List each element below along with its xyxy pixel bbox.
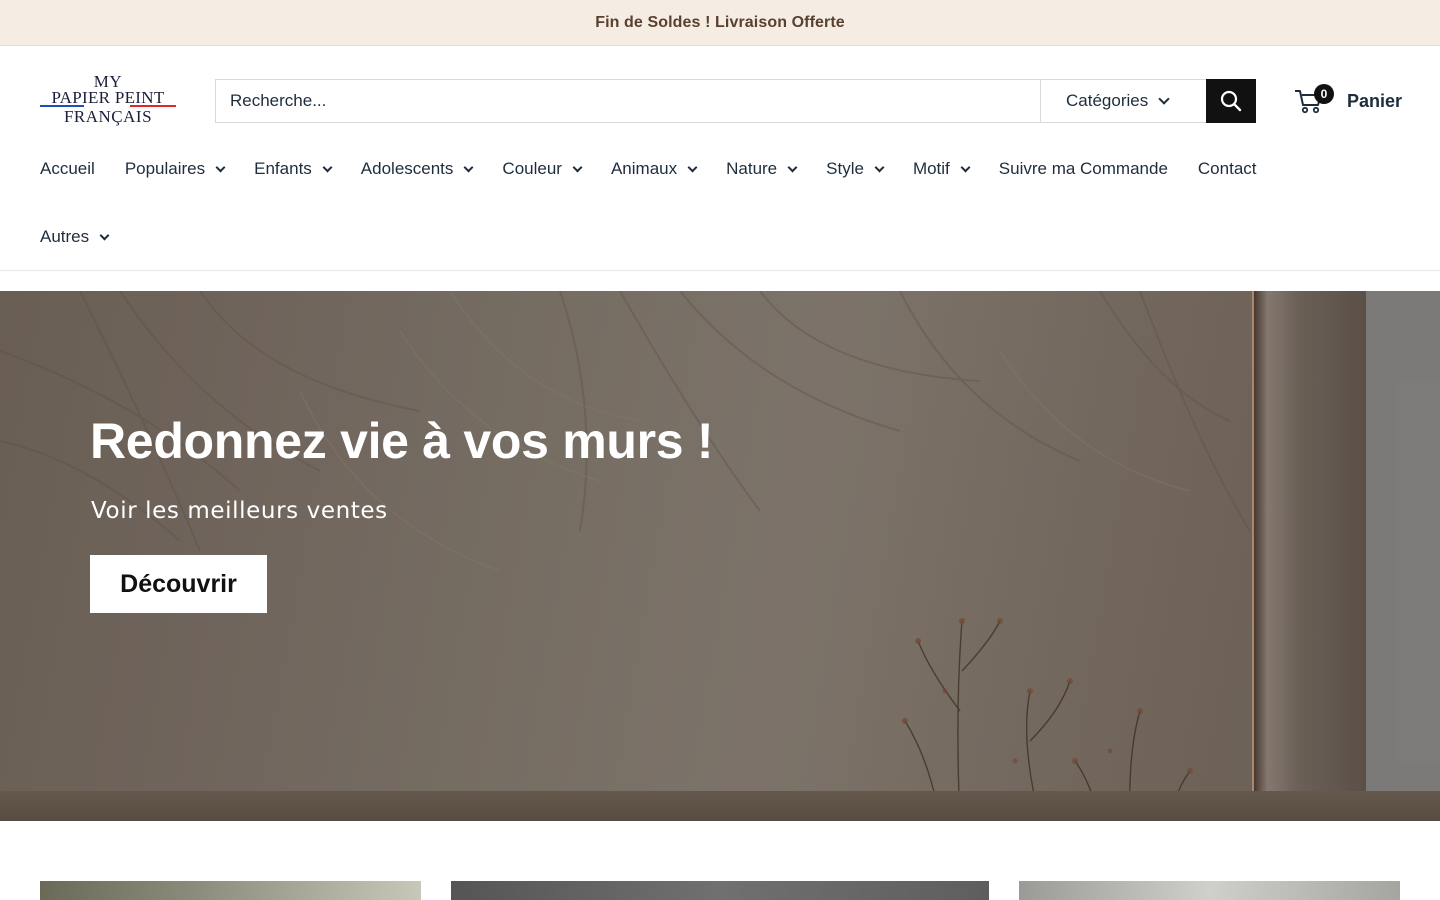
chevron-down-icon [874,162,885,172]
chevron-down-icon [322,162,333,172]
announcement-text: Fin de Soldes ! Livraison Offerte [595,13,845,31]
nav-item-label: Motif [912,159,950,178]
collection-tile-3[interactable] [1019,881,1400,900]
search-icon [1220,90,1242,112]
nav-row-2: Autres [40,220,1400,254]
chevron-down-icon [99,230,110,240]
nav-item-label: Nature [726,159,778,178]
nav-item-label: Populaires [124,159,206,178]
category-select-label: Catégories [1066,91,1149,110]
nav-item-autres[interactable]: Autres [40,227,110,247]
logo-line-3: FRANÇAIS [63,107,153,126]
cart-label: Panier [1347,90,1403,111]
nav-item-contact[interactable]: Contact [1198,159,1257,179]
chevron-down-icon [572,162,583,172]
nav-item-label: Animaux [610,159,678,178]
announcement-bar: Fin de Soldes ! Livraison Offerte [0,0,1440,46]
chevron-down-icon [463,162,474,172]
chevron-down-icon [787,162,798,172]
nav-item-couleur[interactable]: Couleur [502,159,583,179]
nav-item-populaires[interactable]: Populaires [124,159,226,179]
search-input[interactable] [216,80,1040,122]
category-select[interactable]: Catégories [1040,80,1207,122]
nav-item-label: Contact [1197,159,1257,178]
main-navigation: Accueil Populaires Enfants Adolescents C… [40,152,1400,254]
nav-item-motif[interactable]: Motif [912,159,971,179]
nav-item-label: Accueil [40,159,95,178]
nav-item-enfants[interactable]: Enfants [254,159,333,179]
chevron-down-icon [687,162,698,172]
nav-item-label: Suivre ma Commande [998,159,1168,178]
site-header: MY PAPIER PEINT FRANÇAIS Catégories 0 [0,47,1440,271]
hero-subtitle[interactable]: Voir les meilleurs ventes [91,498,388,524]
chevron-down-icon [1158,92,1170,105]
hero-title: Redonnez vie à vos murs ! [90,413,714,469]
nav-item-style[interactable]: Style [826,159,885,179]
logo-line-2: PAPIER PEINT [51,88,165,107]
nav-item-label: Autres [40,227,90,246]
nav-item-animaux[interactable]: Animaux [610,159,698,179]
chevron-down-icon [960,162,971,172]
nav-item-label: Adolescents [360,159,454,178]
nav-item-label: Couleur [502,159,562,178]
nav-row-1: Accueil Populaires Enfants Adolescents C… [40,152,1400,186]
cart-icon: 0 [1294,84,1334,115]
nav-item-suivre-commande[interactable]: Suivre ma Commande [999,159,1168,179]
search-bar: Catégories [215,79,1256,123]
hero-banner: Redonnez vie à vos murs ! Voir les meill… [0,291,1440,821]
nav-item-adolescents[interactable]: Adolescents [360,159,474,179]
collection-tile-2[interactable] [451,881,989,900]
nav-item-nature[interactable]: Nature [726,159,798,179]
site-logo[interactable]: MY PAPIER PEINT FRANÇAIS [40,73,176,129]
nav-item-label: Style [826,159,864,178]
cart-link[interactable]: 0 Panier [1294,84,1404,117]
nav-item-label: Enfants [254,159,312,178]
search-button[interactable] [1206,79,1256,123]
collection-tile-1[interactable] [40,881,421,900]
discover-button[interactable]: Découvrir [90,555,267,613]
chevron-down-icon [215,162,226,172]
nav-item-accueil[interactable]: Accueil [40,159,95,179]
cart-count-badge: 0 [1314,84,1334,104]
